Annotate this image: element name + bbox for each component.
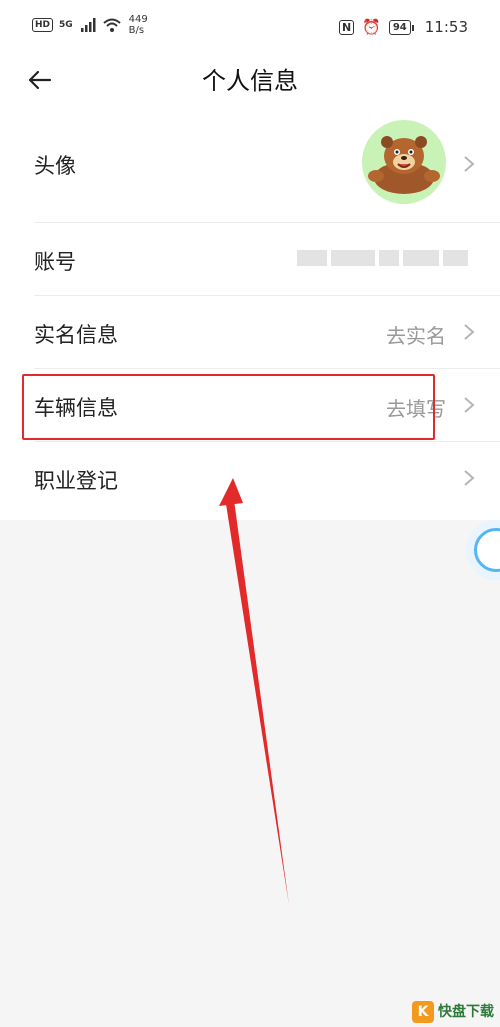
watermark: K 快盘下载 bbox=[412, 1001, 494, 1023]
chevron-right-icon bbox=[464, 156, 475, 172]
chevron-right-icon bbox=[464, 397, 475, 413]
network-speed: 449 B/s bbox=[129, 14, 148, 36]
battery-icon: 94 bbox=[388, 19, 414, 35]
bear-avatar-icon bbox=[368, 136, 440, 194]
hd-icon: HD bbox=[32, 18, 54, 32]
row-label: 头像 bbox=[34, 154, 76, 178]
row-occupation[interactable]: 职业登记 bbox=[0, 442, 500, 514]
clock: 11:53 bbox=[424, 18, 468, 36]
row-label: 账号 bbox=[34, 250, 76, 274]
status-bar: HD 5G 449 B/s N ⏰ 94 11:53 bbox=[0, 0, 500, 56]
screen: HD 5G 449 B/s N ⏰ 94 11:53 个人信息 头像 账号 实名… bbox=[0, 0, 500, 1027]
profile-list: 头像 账号 实名信息 去实名 车辆信息 去填写 职业登记 bbox=[0, 112, 500, 520]
wifi-icon bbox=[103, 18, 121, 32]
network-label: 5G bbox=[59, 20, 73, 30]
status-left: HD 5G 449 B/s bbox=[32, 14, 148, 36]
row-label: 职业登记 bbox=[34, 469, 118, 493]
row-label: 实名信息 bbox=[34, 323, 118, 347]
row-avatar[interactable]: 头像 bbox=[0, 112, 500, 222]
alarm-icon: ⏰ bbox=[362, 18, 381, 36]
row-realname[interactable]: 实名信息 去实名 bbox=[0, 296, 500, 368]
avatar[interactable] bbox=[362, 120, 446, 204]
page-title: 个人信息 bbox=[202, 67, 298, 95]
watermark-main: 快盘下载 bbox=[438, 1004, 494, 1020]
highlight-box bbox=[22, 374, 435, 440]
speed-unit: B/s bbox=[128, 25, 145, 36]
title-bar: 个人信息 bbox=[0, 56, 500, 112]
signal-icon bbox=[80, 18, 96, 32]
chevron-right-icon bbox=[464, 324, 475, 340]
account-value-blurred bbox=[297, 250, 472, 268]
chat-float-button[interactable] bbox=[466, 520, 500, 580]
watermark-text: 快盘下载 bbox=[438, 1004, 494, 1020]
chevron-right-icon bbox=[464, 470, 475, 486]
chat-icon bbox=[474, 528, 500, 572]
row-value: 去实名 bbox=[386, 324, 446, 348]
speed-value: 449 bbox=[128, 14, 148, 25]
watermark-logo: K bbox=[412, 1001, 434, 1023]
nfc-icon: N bbox=[338, 19, 355, 35]
status-right: N ⏰ 94 11:53 bbox=[338, 18, 468, 36]
